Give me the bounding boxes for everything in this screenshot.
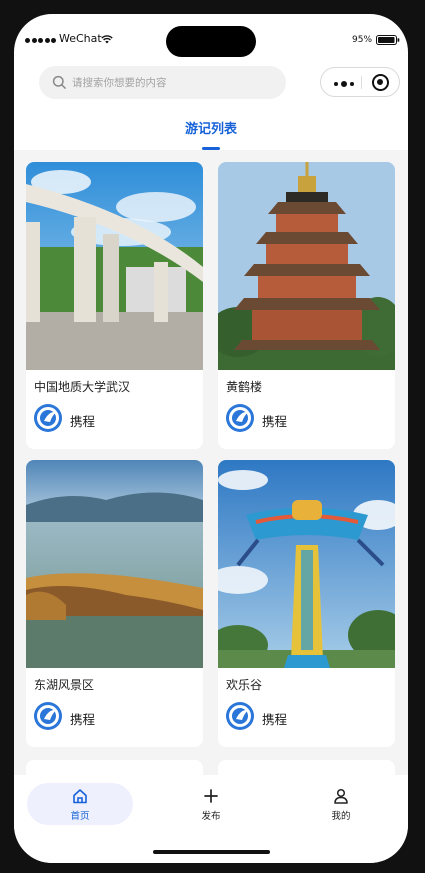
card-author: 携程 xyxy=(262,414,288,429)
battery-percent: 95% xyxy=(352,35,373,45)
university-gate-photo xyxy=(26,162,203,370)
signal-icon xyxy=(25,38,56,43)
card-author: 携程 xyxy=(70,414,96,429)
ctrip-logo-icon xyxy=(226,404,254,432)
card-title: 黄鹤楼 xyxy=(226,380,263,394)
nav-home-label: 首页 xyxy=(70,811,90,822)
nav-publish-label: 发布 xyxy=(201,811,221,822)
nav-mine[interactable]: 我的 xyxy=(288,783,394,825)
home-indicator xyxy=(153,850,270,854)
battery-icon xyxy=(376,35,400,45)
nav-home[interactable]: 首页 xyxy=(27,783,133,825)
nav-mine-label: 我的 xyxy=(331,811,351,822)
nav-publish[interactable]: 发布 xyxy=(158,783,264,825)
travel-card-partial[interactable] xyxy=(218,760,395,775)
home-icon xyxy=(73,789,87,804)
east-lake-photo xyxy=(26,460,203,668)
more-icon[interactable] xyxy=(334,81,354,87)
plus-icon xyxy=(204,789,218,803)
search-icon xyxy=(52,75,66,89)
yellow-crane-tower-photo xyxy=(218,162,395,370)
card-title: 欢乐谷 xyxy=(226,678,263,692)
travel-card[interactable]: 欢乐谷 携程 xyxy=(218,460,395,747)
user-icon xyxy=(334,788,348,804)
ctrip-logo-icon xyxy=(226,702,254,730)
amusement-ride-photo xyxy=(218,460,395,668)
card-title: 中国地质大学武汉 xyxy=(34,380,131,394)
tab-travel-notes[interactable]: 游记列表 xyxy=(14,118,408,137)
card-author: 携程 xyxy=(262,712,288,727)
camera-notch xyxy=(166,26,256,57)
miniprogram-capsule xyxy=(320,67,400,97)
travel-card[interactable]: 黄鹤楼 携程 xyxy=(218,162,395,449)
capsule-divider xyxy=(361,76,362,89)
travel-card[interactable]: 东湖风景区 携程 xyxy=(26,460,203,747)
travel-notes-grid[interactable]: 中国地质大学武汉 携程 黄鹤楼 携程 东湖风景区 携程 欢乐谷 携程 xyxy=(14,150,408,775)
search-input[interactable] xyxy=(72,76,272,89)
close-miniprogram-icon[interactable] xyxy=(372,74,389,91)
card-author: 携程 xyxy=(70,712,96,727)
wifi-icon xyxy=(101,35,113,44)
search-bar[interactable] xyxy=(39,66,286,99)
ctrip-logo-icon xyxy=(34,404,62,432)
phone-screen: WeChat 95% 游记列表 xyxy=(14,14,408,863)
card-title: 东湖风景区 xyxy=(34,678,95,692)
ctrip-logo-icon xyxy=(34,702,62,730)
status-bar: WeChat 95% xyxy=(14,14,408,64)
carrier-label: WeChat xyxy=(59,32,102,45)
travel-card-partial[interactable] xyxy=(26,760,203,775)
travel-card[interactable]: 中国地质大学武汉 携程 xyxy=(26,162,203,449)
